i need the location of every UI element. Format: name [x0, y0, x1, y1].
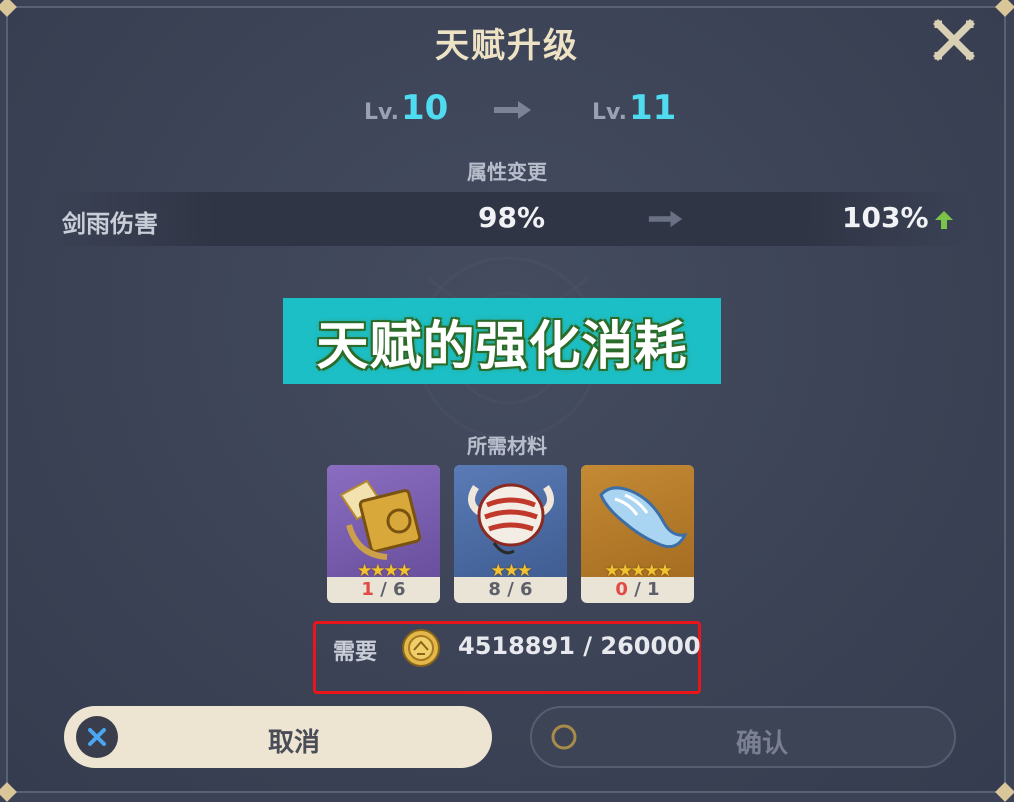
material-count: 0 / 1	[615, 579, 660, 600]
material-need: 1	[647, 579, 660, 600]
talent-book-icon	[339, 479, 422, 560]
level-prefix: Lv.	[592, 100, 627, 125]
current-level: Lv. 10	[364, 88, 448, 128]
confirm-button-label: 确认	[735, 729, 788, 759]
level-prefix: Lv.	[364, 100, 399, 125]
material-have: 1	[361, 579, 374, 600]
next-level: Lv. 11	[592, 88, 676, 128]
materials-section-label: 所需材料	[467, 434, 547, 458]
close-icon	[933, 19, 975, 61]
caption-banner-text: 天赋的强化消耗	[316, 316, 688, 377]
confirm-button[interactable]: 确认	[530, 706, 956, 768]
attribute-row: 剑雨伤害 98% 103%	[50, 192, 970, 246]
rarity-stars: ★★★★★	[604, 561, 672, 581]
corner-ornament	[995, 0, 1014, 17]
material-card[interactable]: ★★★★ 1 / 6	[327, 465, 440, 603]
material-need: 6	[393, 579, 406, 600]
requirement-label: 需要	[333, 640, 378, 665]
material-card[interactable]: ★★★ 8 / 6	[454, 465, 567, 603]
next-level-value: 11	[628, 88, 677, 128]
material-have: 8	[488, 579, 501, 600]
close-button[interactable]	[932, 18, 976, 62]
material-count: 1 / 6	[361, 579, 406, 600]
attribute-old-value: 98%	[478, 201, 546, 234]
cancel-button-label: 取消	[267, 728, 320, 758]
material-need: 6	[520, 579, 533, 600]
fish-fin-icon	[599, 486, 688, 549]
current-level-value: 10	[400, 88, 449, 128]
attribute-new-value: 103%	[842, 201, 929, 234]
dialog-title: 天赋升级	[435, 26, 579, 66]
mask-icon	[468, 483, 554, 555]
cancel-button[interactable]: 取消	[64, 706, 492, 768]
material-card[interactable]: ★★★★★ 0 / 1	[581, 465, 694, 603]
rarity-stars: ★★★	[490, 561, 533, 581]
arrow-right-icon	[494, 101, 531, 119]
mora-coin-icon	[402, 629, 440, 667]
caption-banner: 天赋的强化消耗	[283, 298, 721, 384]
increase-arrow-icon	[935, 211, 953, 229]
attribute-section-label: 属性变更	[467, 160, 547, 184]
material-count: 8 / 6	[488, 579, 533, 600]
attribute-name: 剑雨伤害	[62, 210, 158, 238]
arrow-right-icon	[648, 210, 683, 228]
material-have: 0	[615, 579, 628, 600]
corner-ornament	[0, 0, 17, 17]
level-change: Lv. 10 Lv. 11	[0, 88, 1014, 132]
rarity-stars: ★★★★	[357, 561, 412, 581]
mora-requirement-value: 4518891 / 260000	[458, 632, 701, 660]
